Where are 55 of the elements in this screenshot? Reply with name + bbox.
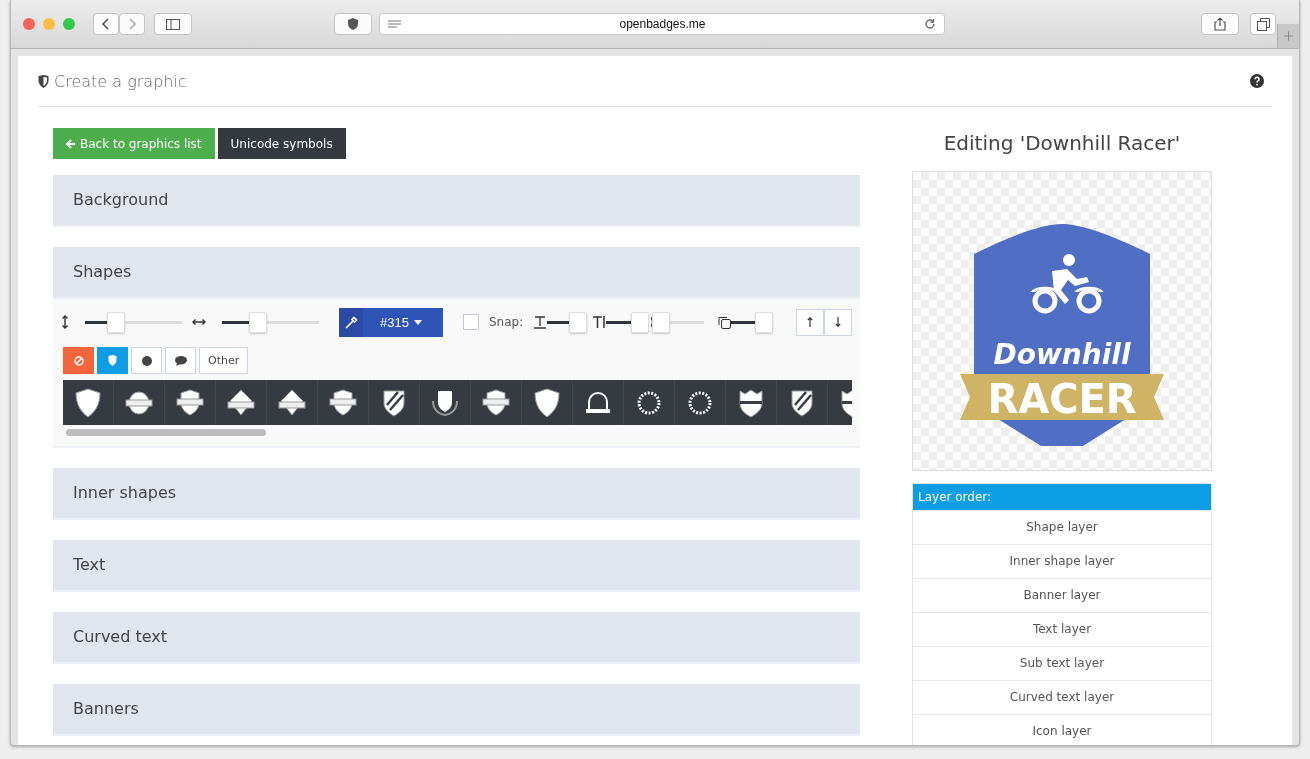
copy-icon <box>718 315 732 329</box>
editing-title: Editing 'Downhill Racer' <box>942 131 1182 155</box>
section-header[interactable]: Inner shapes <box>53 468 860 520</box>
speech-bubble-icon <box>174 355 187 366</box>
shield-icon <box>72 386 104 419</box>
arrow-up-icon <box>807 317 813 327</box>
section-header[interactable]: Banners <box>53 684 860 736</box>
eyedropper-icon <box>344 315 358 329</box>
shield-icon <box>531 386 563 419</box>
snap-label: Snap: <box>489 315 524 329</box>
sidebar-icon <box>166 18 180 30</box>
move-down-button[interactable] <box>824 308 852 336</box>
share-button[interactable] <box>1201 13 1239 35</box>
other-category-button[interactable]: Other <box>199 347 249 374</box>
page-title: Create a graphic <box>54 71 187 91</box>
arrow-left-icon <box>66 138 76 149</box>
shield-icon <box>38 74 49 88</box>
badge-banner-text: RACER <box>987 376 1137 422</box>
caret-icon <box>413 319 422 325</box>
shield-icon <box>346 17 360 31</box>
section-header[interactable]: Shapes <box>53 247 860 299</box>
section-header[interactable]: Text <box>53 540 860 592</box>
tabs-icon <box>1256 17 1270 31</box>
unicode-symbols-button[interactable]: Unicode symbols <box>217 128 346 159</box>
chevron-right-icon <box>127 17 137 31</box>
shield-icon <box>108 355 117 366</box>
horizontal-scrollbar[interactable] <box>66 429 266 436</box>
color-picker-button[interactable]: #315 <box>339 307 443 337</box>
height-icon <box>61 315 69 329</box>
plus-icon <box>1284 30 1293 42</box>
back-button[interactable] <box>93 13 119 35</box>
none-category-button[interactable] <box>63 347 94 374</box>
move-up-button[interactable] <box>796 308 824 336</box>
section-header[interactable]: Background <box>53 175 860 227</box>
address-bar[interactable]: openbadges.me <box>379 13 945 35</box>
speech-category-button[interactable] <box>165 347 196 374</box>
circle-icon <box>141 355 152 366</box>
sidebar-button[interactable] <box>154 13 192 35</box>
url-text: openbadges.me <box>618 17 707 31</box>
chevron-left-icon <box>101 17 111 31</box>
help-icon[interactable] <box>1250 74 1264 88</box>
section-header[interactable]: Curved text <box>53 612 860 664</box>
width-icon <box>192 318 206 326</box>
layer-order-header: Layer order: <box>913 484 1211 510</box>
tabs-button[interactable] <box>1250 13 1276 35</box>
circle-category-button[interactable] <box>131 347 162 374</box>
ban-icon <box>73 355 84 366</box>
text-size-icon <box>533 315 548 329</box>
badge-title-text: Downhill <box>993 338 1131 371</box>
snap-checkbox[interactable] <box>463 314 479 330</box>
arrow-down-icon <box>835 317 841 327</box>
text-spacing-icon <box>592 315 607 329</box>
shield-extension-button[interactable] <box>334 13 372 35</box>
reload-icon[interactable] <box>924 18 936 30</box>
share-icon <box>1214 17 1226 31</box>
